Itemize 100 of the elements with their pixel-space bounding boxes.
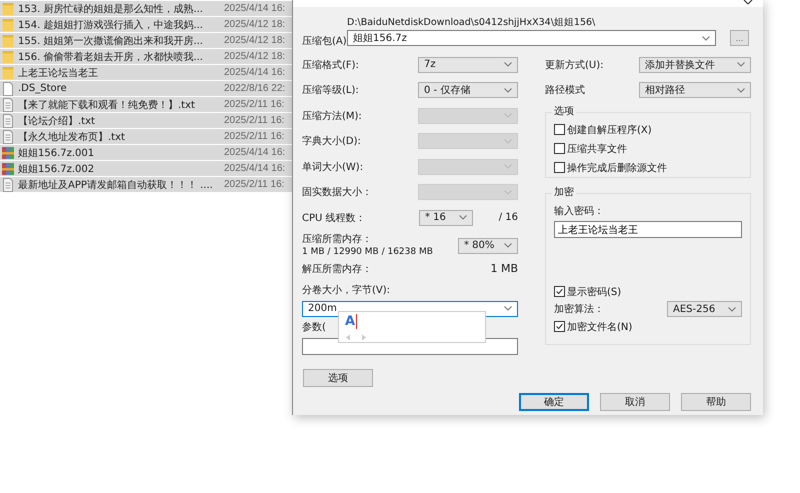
field-label: 参数( [302, 320, 327, 334]
field-label: 单词大小(W): [302, 160, 364, 174]
file-name: 【论坛介绍】.txt [18, 114, 96, 128]
file-date: 2025/4/14 16: [224, 67, 286, 78]
chevron-icon [504, 113, 512, 118]
text-file-icon [2, 98, 14, 112]
file-name: .DS_Store [18, 83, 68, 94]
checkbox[interactable] [554, 321, 565, 332]
file-name: 【永久地址发布页】.txt [18, 130, 126, 144]
chevron-icon [702, 36, 710, 40]
dropdown[interactable]: 7z [418, 56, 518, 73]
file-name: 156. 偷偷带着老姐去开房，水都快喷我... [18, 50, 204, 64]
archive-path: D:\BaiduNetdiskDownload\s0412shjjHxX34\姐姐156\ [347, 17, 596, 29]
checkbox[interactable] [554, 143, 565, 154]
checkbox-label: 创建自解压程序(X) [567, 124, 652, 136]
file-name: 153. 厨房忙碌的姐姐是那么知性，成熟... [18, 2, 204, 16]
file-name: 【来了就能下载和观看！纯免费！】.txt [18, 98, 196, 112]
text-file-icon [2, 130, 14, 144]
file-date: 2025/4/12 18: [224, 35, 286, 46]
file-date: 2025/2/11 16: [224, 99, 284, 110]
chevron-icon [504, 138, 512, 144]
chevron-icon [504, 306, 512, 311]
chevron-icon [737, 62, 745, 68]
file-date: 2025/2/11 16: [224, 131, 284, 142]
checkbox[interactable] [554, 286, 565, 297]
dropdown[interactable]: * 16 [419, 210, 473, 226]
archive-combo[interactable]: 姐姐156.7z [347, 30, 716, 46]
chevron-icon [458, 215, 467, 220]
dropdown[interactable]: 0 - 仅存储 [418, 82, 518, 98]
file-date: 2025/4/12 18: [224, 51, 286, 62]
file-name: 上老王论坛当老王 [18, 66, 99, 80]
file-row[interactable]: 【永久地址发布页】.txt 2025/2/11 16: [0, 129, 292, 144]
checkbox-label: 加密文件名(N) [567, 320, 632, 334]
chevron-icon [504, 88, 512, 93]
file-name: 155. 姐姐第一次撒谎偷跑出来和我开房... [18, 34, 204, 48]
check-icon [555, 286, 564, 297]
file-row[interactable]: 156. 偷偷带着老姐去开房，水都快喷我... 2025/4/12 18: [0, 49, 292, 64]
dialog-button[interactable]: 帮助 [681, 392, 751, 410]
browse-button[interactable]: ... [730, 30, 749, 46]
memory-value: 1 MB [490, 262, 518, 275]
chevron-icon [728, 306, 736, 312]
options-button[interactable]: 选项 [303, 368, 373, 386]
dropdown[interactable]: * 80% [458, 238, 518, 254]
file-row[interactable]: .DS_Store 2022/8/16 22: [0, 81, 292, 96]
file-row[interactable]: 姐姐156.7z.001 2025/4/14 16: [0, 145, 292, 160]
check-icon [555, 321, 564, 332]
chevron-icon [504, 243, 512, 248]
file-row[interactable]: 155. 姐姐第一次撒谎偷跑出来和我开房... 2025/4/12 18: [0, 33, 292, 48]
field-label: 输入密码： [554, 205, 605, 218]
dialog-button[interactable]: 取消 [600, 392, 670, 410]
checkbox-label: 压缩共享文件 [567, 142, 627, 156]
field-label: CPU 线程数： [302, 212, 366, 225]
checkbox-label: 显示密码(S) [567, 286, 622, 298]
dropdown[interactable]: 添加并替换文件 [639, 56, 751, 73]
field-label: 加密算法： [554, 302, 604, 316]
field-label: 更新方式(U): [545, 58, 604, 72]
folder-icon [2, 34, 14, 48]
field-label: 压缩方法(M): [302, 110, 362, 123]
file-row[interactable]: 最新地址及APP请发邮箱自动获取！！！ .... 2025/2/11 16: [0, 177, 292, 192]
checkbox[interactable] [554, 124, 565, 135]
checkbox-label: 操作完成后删除源文件 [567, 162, 667, 174]
dropdown[interactable]: AES-256 [667, 301, 742, 317]
dialog-button[interactable]: 确定 [519, 392, 589, 410]
parameters-field[interactable] [302, 338, 518, 354]
file-date: 2025/2/11 16: [224, 179, 284, 190]
document-icon [2, 82, 14, 96]
archive-icon [2, 146, 14, 160]
file-row[interactable]: 【论坛介绍】.txt 2025/2/11 16: [0, 113, 292, 128]
file-name: 姐姐156.7z.001 [18, 146, 96, 160]
chevron-icon [504, 164, 512, 170]
archive-label: 压缩包(A) [302, 34, 347, 48]
chevron-icon [504, 190, 512, 195]
archive-icon [2, 162, 14, 176]
thread-max: / 16 [498, 212, 518, 224]
file-row[interactable]: 154. 趁姐姐打游戏强行插入，中途我妈... 2025/4/12 18: [0, 17, 292, 32]
field-label: 压缩等级(L): [302, 84, 359, 98]
file-date: 2025/4/14 16: [224, 163, 286, 174]
group-title: 选项 [552, 106, 576, 118]
dropdown[interactable]: 相对路径 [639, 82, 751, 98]
file-date: 2025/2/11 16: [224, 115, 284, 126]
file-date: 2025/4/14 16: [224, 147, 286, 158]
file-date: 2022/8/16 22: [224, 83, 286, 94]
field-label: 解压所需内存： [302, 262, 372, 276]
field-label: 字典大小(D): [302, 134, 361, 148]
file-date: 2025/4/14 16: [224, 3, 286, 14]
memory-usage: 1 MB / 12990 MB / 16238 MB [302, 246, 433, 258]
password-field[interactable]: 上老王论坛当老王 [554, 221, 742, 238]
group-title: 加密 [552, 187, 576, 199]
file-name: 最新地址及APP请发邮箱自动获取！！！ .... [18, 178, 214, 192]
folder-icon [2, 2, 14, 16]
file-row[interactable]: 【来了就能下载和观看！纯免费！】.txt 2025/2/11 16: [0, 97, 292, 112]
file-name: 154. 趁姐姐打游戏强行插入，中途我妈... [18, 18, 204, 32]
ime-candidate: A [345, 314, 358, 328]
checkbox[interactable] [554, 162, 565, 173]
file-row[interactable]: 上老王论坛当老王 2025/4/14 16: [0, 65, 292, 80]
folder-icon [2, 66, 14, 80]
file-row[interactable]: 姐姐156.7z.002 2025/4/14 16: [0, 161, 292, 176]
file-date: 2025/4/12 18: [224, 19, 286, 30]
field-label: 分卷大小，字节(V): [302, 284, 392, 298]
file-row[interactable]: 153. 厨房忙碌的姐姐是那么知性，成熟... 2025/4/14 16: [0, 1, 292, 16]
